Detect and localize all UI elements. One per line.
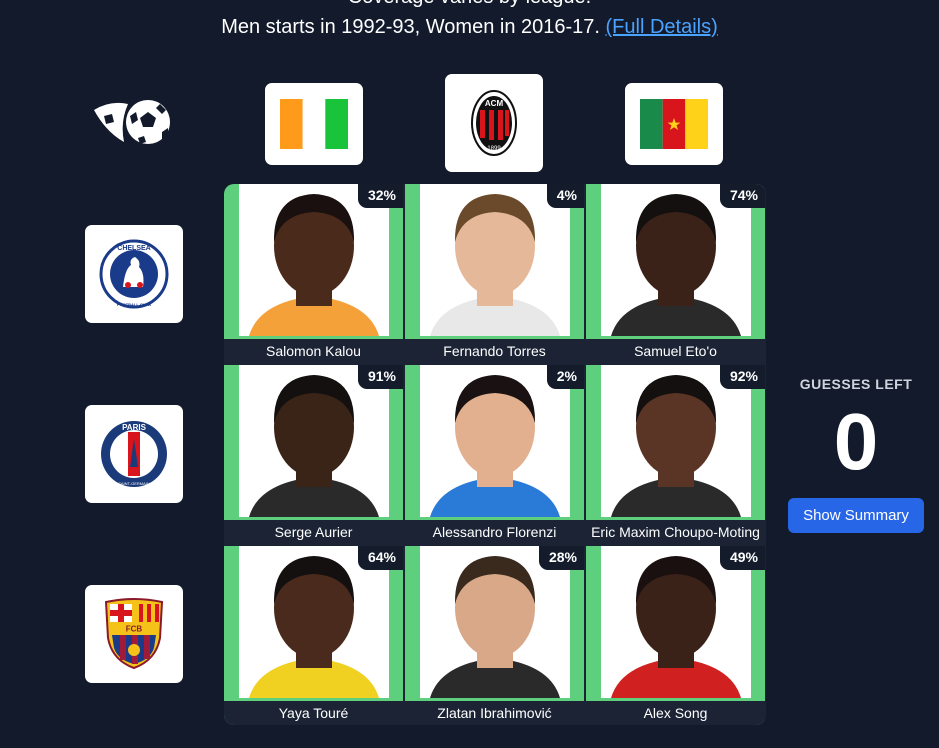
player-name: Alex Song: [586, 701, 765, 725]
player-name: Samuel Eto'o: [586, 339, 765, 363]
rarity-badge: 74%: [719, 184, 765, 208]
player-name: Alessandro Florenzi: [405, 520, 584, 544]
coverage-note: Coverage varies by league.: [0, 0, 939, 9]
player-portrait-icon: [420, 184, 570, 336]
barcelona-crest-text: FCB: [126, 625, 143, 634]
chelsea-crest-icon: CHELSEA FOOTBALL CLUB: [99, 239, 169, 309]
grid-cell-r3-c1[interactable]: 64% Yaya Touré: [224, 546, 403, 725]
player-photo: [420, 365, 570, 517]
player-name: Yaya Touré: [224, 701, 403, 725]
rarity-badge: 92%: [719, 365, 765, 389]
grid-cell-r2-c3[interactable]: 92% Eric Maxim Choupo-Moting: [586, 365, 765, 544]
row-header-barcelona: FCB: [85, 585, 183, 683]
coverage-dates-text: Men starts in 1992-93, Women in 2016-17.: [221, 16, 606, 38]
rarity-badge: 64%: [357, 546, 403, 570]
rarity-badge: 32%: [357, 184, 403, 208]
full-details-link[interactable]: (Full Details): [606, 16, 718, 38]
grid-cell-r1-c2[interactable]: 4% Fernando Torres: [405, 184, 584, 363]
psg-crest-icon: PARIS SAINT-GERMAIN: [101, 421, 167, 487]
guesses-left-label: GUESSES LEFT: [799, 376, 913, 392]
coverage-dates: Men starts in 1992-93, Women in 2016-17.…: [0, 16, 939, 39]
column-header-cameroon: [625, 83, 723, 165]
psg-crest-sub: SAINT-GERMAIN: [118, 481, 150, 486]
player-name: Salomon Kalou: [224, 339, 403, 363]
grid-cell-r3-c3[interactable]: 49% Alex Song: [586, 546, 765, 725]
rarity-badge: 91%: [357, 365, 403, 389]
player-photo: [420, 184, 570, 336]
psg-crest-text: PARIS: [122, 423, 147, 432]
barcelona-crest-icon: FCB: [104, 598, 164, 670]
rarity-badge: 49%: [719, 546, 765, 570]
grid-cell-r1-c1[interactable]: 32% Salomon Kalou: [224, 184, 403, 363]
grid-cell-r3-c2[interactable]: 28% Zlatan Ibrahimović: [405, 546, 584, 725]
player-name: Fernando Torres: [405, 339, 584, 363]
ac-milan-crest-icon: ACM 1899: [471, 90, 517, 156]
rarity-badge: 4%: [546, 184, 584, 208]
ivory-coast-flag-icon: [280, 99, 348, 149]
player-name: Serge Aurier: [224, 520, 403, 544]
rarity-badge: 28%: [538, 546, 584, 570]
ac-milan-crest-text: ACM: [485, 99, 504, 108]
column-header-ac-milan: ACM 1899: [445, 74, 543, 172]
game-page: Coverage varies by league. Men starts in…: [0, 0, 939, 748]
chelsea-crest-sub: FOOTBALL CLUB: [117, 302, 151, 307]
grid-cell-r2-c1[interactable]: 91% Serge Aurier: [224, 365, 403, 544]
cameroon-flag-icon: [640, 99, 708, 149]
player-name: Eric Maxim Choupo-Moting: [586, 520, 765, 544]
player-portrait-icon: [420, 365, 570, 517]
row-header-chelsea: CHELSEA FOOTBALL CLUB: [85, 225, 183, 323]
column-header-ivory-coast: [265, 83, 363, 165]
show-summary-button[interactable]: Show Summary: [788, 498, 924, 533]
grid-cell-r1-c3[interactable]: 74% Samuel Eto'o: [586, 184, 765, 363]
row-header-psg: PARIS SAINT-GERMAIN: [85, 405, 183, 503]
chelsea-crest-text: CHELSEA: [117, 245, 150, 252]
player-name: Zlatan Ibrahimović: [405, 701, 584, 725]
ac-milan-crest-year: 1899: [487, 146, 501, 152]
rarity-badge: 2%: [546, 365, 584, 389]
game-logo-icon: [94, 100, 170, 144]
answer-grid: 32% Salomon Kalou 4% Fernando Torres 74%…: [224, 184, 766, 725]
grid-cell-r2-c2[interactable]: 2% Alessandro Florenzi: [405, 365, 584, 544]
guesses-left-count: 0: [833, 397, 879, 486]
